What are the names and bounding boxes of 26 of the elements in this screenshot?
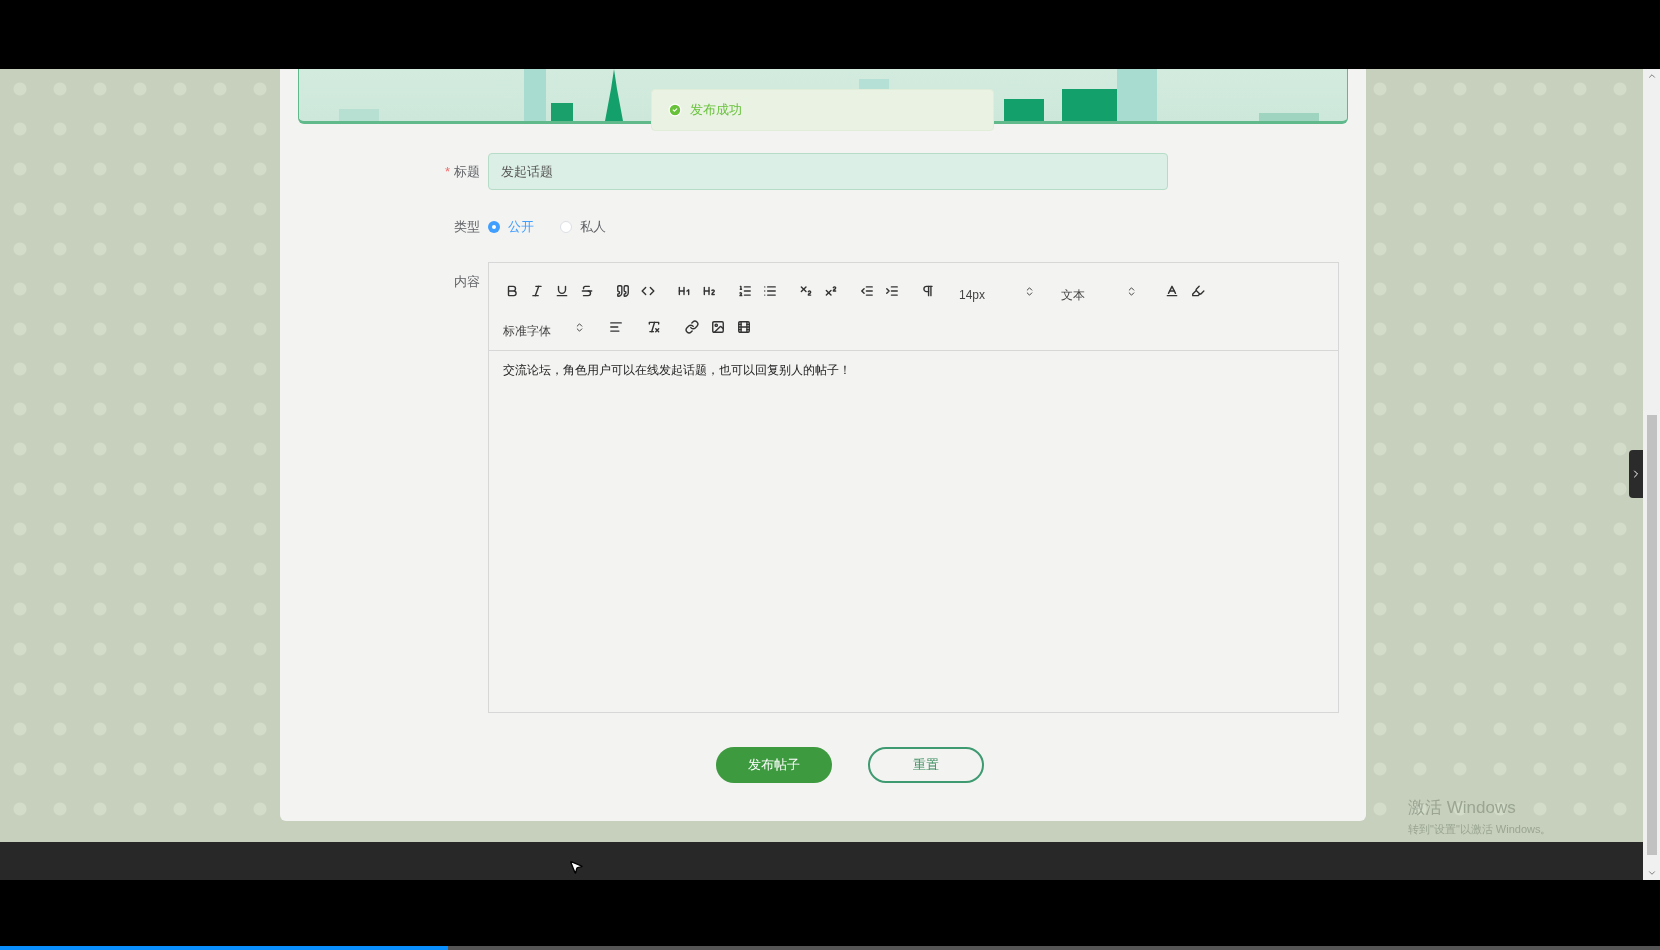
side-panel-handle[interactable] <box>1629 450 1643 498</box>
scroll-up-icon <box>1646 71 1657 81</box>
quote-icon[interactable] <box>614 282 632 300</box>
sort-icon <box>1024 285 1035 297</box>
dropdown-select[interactable]: 14px <box>959 278 1035 304</box>
sort-icon <box>574 321 585 333</box>
editor-text[interactable]: 交流论坛，角色用户可以在线发起话题，也可以回复别人的帖子！ <box>489 351 1338 379</box>
reset-button[interactable]: 重置 <box>868 747 984 783</box>
image-icon[interactable] <box>709 318 727 336</box>
scroll-down-icon <box>1646 868 1657 878</box>
link-icon[interactable] <box>683 318 701 336</box>
dropdown-select[interactable]: 标准字体 <box>503 314 585 340</box>
field-label: * 标题 <box>443 162 480 181</box>
sort-icon <box>1126 285 1137 297</box>
dropdown-select[interactable]: 文本 <box>1061 278 1137 304</box>
check-icon <box>668 103 682 117</box>
cursor-icon <box>568 859 584 875</box>
video-progress-track[interactable] <box>0 946 1660 950</box>
field-label: 内容 <box>453 273 480 291</box>
publish-button[interactable]: 发布帖子 <box>716 747 832 783</box>
radio-option[interactable]: 私人 <box>560 217 606 237</box>
title-field[interactable]: 发起话题 <box>488 153 1168 190</box>
toast-message: 发布成功 <box>690 101 742 120</box>
required-mark: * <box>444 163 450 179</box>
field-label: 类型 <box>453 218 480 237</box>
video-icon[interactable] <box>735 318 753 336</box>
